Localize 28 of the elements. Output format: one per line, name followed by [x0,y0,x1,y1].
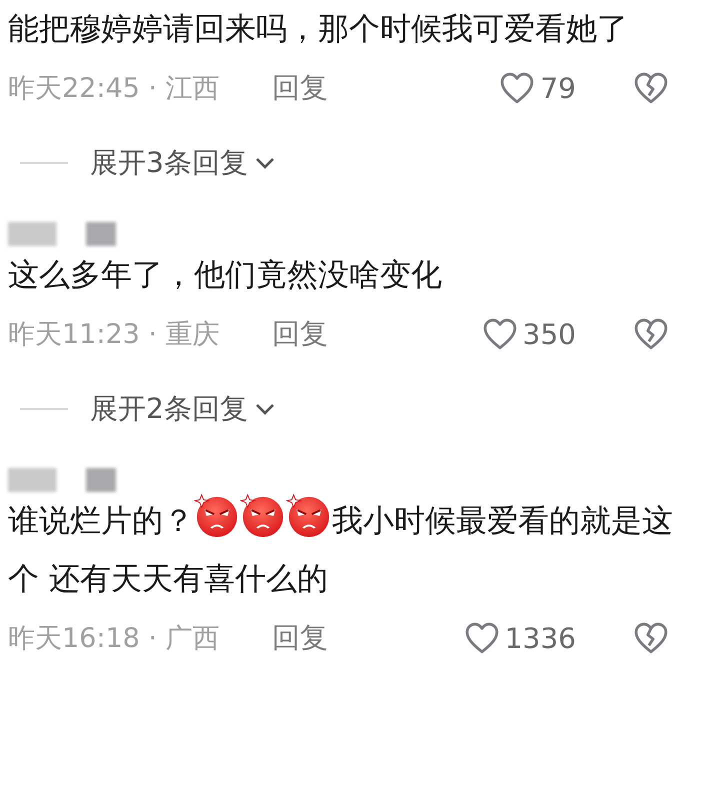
angry-face-icon [286,493,332,539]
comment-text: 这么多年了，他们竟然没啥变化 [8,256,443,295]
dislike-button[interactable] [634,72,668,104]
dislike-button[interactable] [634,318,668,350]
like-button[interactable]: 350 [482,318,576,350]
comment-meta: 昨天11:23 · 重庆 [8,318,221,352]
heart-icon [464,622,499,654]
chevron-down-icon [254,402,276,416]
dislike-button[interactable] [634,622,668,654]
chevron-down-icon [254,156,276,170]
angry-face-icon [194,493,240,539]
reply-button[interactable]: 回复 [272,315,328,353]
comment-meta: 昨天16:18 · 广西 [8,622,221,656]
like-button[interactable]: 79 [500,72,576,104]
comment-meta: 昨天22:45 · 江西 [8,72,221,106]
comment-text: 谁说烂片的？ 我小时候最爱看的就是这个 还有天天有喜什么的 [8,492,688,608]
broken-heart-icon [634,318,668,350]
like-button[interactable]: 1336 [464,622,576,654]
reply-button[interactable]: 回复 [272,619,328,657]
expand-replies-button[interactable]: 展开3条回复 [8,118,276,208]
reply-button[interactable]: 回复 [272,69,328,107]
broken-heart-icon [634,622,668,654]
heart-icon [482,318,517,350]
angry-face-icon [240,493,286,539]
heart-icon [500,72,534,104]
comment-text: 能把穆婷婷请回来吗，那个时候我可爱看她了 [8,10,629,49]
expand-replies-button[interactable]: 展开2条回复 [8,364,276,454]
broken-heart-icon [634,72,668,104]
